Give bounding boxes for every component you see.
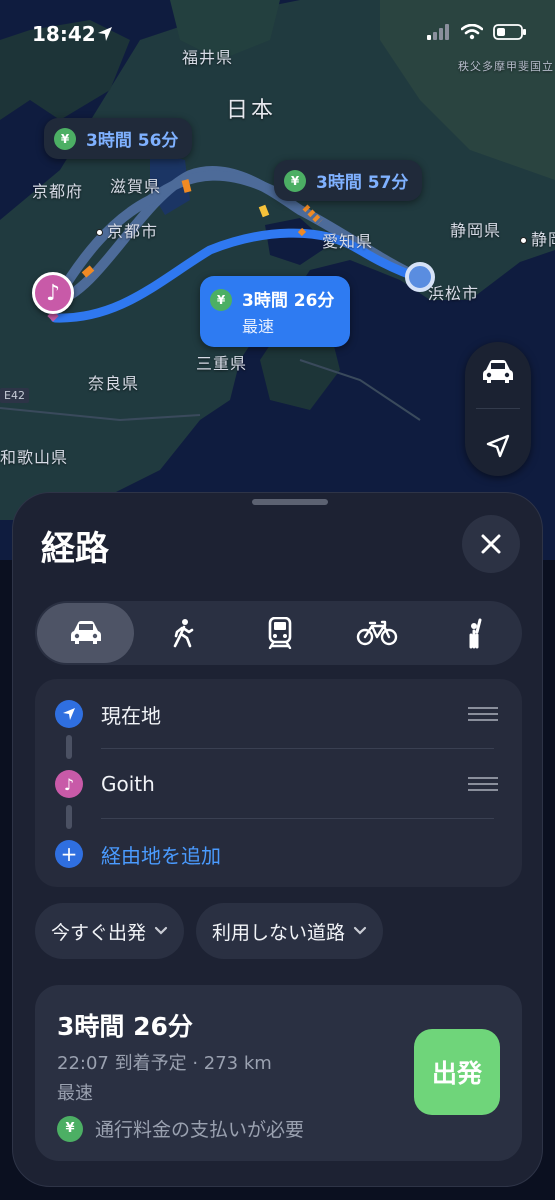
location-arrow-icon [486, 434, 510, 458]
walk-icon [173, 619, 193, 648]
mode-walk[interactable] [134, 601, 231, 665]
current-location-icon [55, 700, 83, 728]
close-button[interactable] [462, 515, 520, 573]
directions-sheet: 経路 現在地 ♪ Goith + 経由地を追加 今すぐ出発 利用しない道路 3時… [12, 492, 543, 1187]
route-stops: 現在地 ♪ Goith + 経由地を追加 [35, 679, 522, 887]
current-location-dot[interactable] [405, 262, 435, 292]
sheet-grabber[interactable] [252, 499, 328, 505]
wifi-icon [461, 24, 483, 40]
go-button[interactable]: 出発 [414, 1029, 500, 1115]
add-stop-label: 経由地を追加 [101, 843, 221, 868]
stop-origin[interactable]: 現在地 [35, 679, 522, 749]
origin-label: 現在地 [101, 703, 161, 728]
map-view[interactable]: 福井県 日本 京都府 滋賀県 京都市 愛知県 静岡県 静岡 浜松市 三重県 奈良… [0, 0, 555, 560]
map-label-shizuoka-city: 静岡 [520, 226, 555, 250]
locate-me-button[interactable] [474, 422, 522, 470]
route-time: 3時間 57分 [316, 173, 409, 193]
controls-divider [476, 408, 520, 410]
mode-rideshare[interactable] [425, 601, 522, 665]
map-label-shiga: 滋賀県 [110, 177, 162, 196]
destination-pin[interactable]: ♪ [32, 272, 74, 314]
car-icon [70, 621, 101, 644]
route-tag: 最速 [242, 317, 275, 336]
mode-drive[interactable] [37, 603, 134, 663]
car-icon [483, 360, 513, 384]
destination-label: Goith [101, 772, 155, 796]
toll-icon: ¥ [284, 169, 306, 192]
status-bar: 18:42 [0, 0, 555, 70]
map-label-kyoto-pref: 京都府 [32, 182, 84, 201]
close-icon [481, 534, 501, 554]
route-time: 3時間 56分 [86, 131, 179, 151]
route-time: 3時間 26分 [242, 291, 335, 311]
avoid-roads-button[interactable]: 利用しない道路 [196, 903, 384, 959]
map-label-japan: 日本 [226, 98, 277, 123]
route-arrival-distance: 22:07 到着予定 · 273 km [57, 1053, 272, 1074]
train-icon [268, 617, 291, 649]
chevron-down-icon [353, 926, 367, 935]
transport-mode-selector [35, 601, 522, 665]
road-shield-e42: E42 [0, 388, 29, 403]
map-label-nara: 奈良県 [88, 374, 140, 393]
depart-time-label: 今すぐ出発 [51, 921, 147, 944]
cellular-signal-icon [427, 24, 449, 40]
plus-icon: + [55, 840, 83, 868]
toll-icon: ¥ [54, 127, 76, 150]
route-tag: 最速 [57, 1083, 93, 1104]
route-duration: 3時間 26分 [57, 1012, 193, 1041]
toll-notice: ¥ 通行料金の支払いが必要 [57, 1115, 304, 1142]
stop-destination[interactable]: ♪ Goith [35, 749, 522, 819]
map-label-kyoto-city: 京都市 [96, 218, 158, 242]
route-bubble-2[interactable]: ¥ 3時間 57分 [274, 160, 423, 201]
mode-transit[interactable] [231, 601, 328, 665]
drag-handle-icon[interactable] [468, 703, 498, 725]
music-note-icon: ♪ [55, 770, 83, 798]
map-label-hamamatsu: 浜松市 [428, 284, 480, 303]
mode-cycle[interactable] [328, 601, 425, 665]
map-label-aichi: 愛知県 [322, 232, 374, 251]
drive-mode-button[interactable] [474, 348, 522, 396]
drag-handle-icon[interactable] [468, 773, 498, 795]
toll-notice-text: 通行料金の支払いが必要 [95, 1119, 305, 1141]
toll-icon: ¥ [210, 289, 232, 311]
route-filters: 今すぐ出発 利用しない道路 [35, 903, 384, 959]
status-time: 18:42 [32, 22, 96, 46]
map-label-mie: 三重県 [196, 354, 248, 373]
route-bubble-selected[interactable]: ¥ 3時間 26分 最速 [200, 276, 351, 347]
chevron-down-icon [154, 926, 168, 935]
toll-icon: ¥ [57, 1115, 83, 1142]
map-label-wakayama: 和歌山県 [0, 448, 69, 467]
route-bubble-1[interactable]: ¥ 3時間 56分 [44, 118, 193, 159]
status-icons [427, 24, 527, 40]
hail-icon [469, 618, 481, 649]
map-controls [465, 342, 531, 476]
bicycle-icon [356, 620, 397, 646]
depart-time-button[interactable]: 今すぐ出発 [35, 903, 185, 959]
location-services-icon [98, 27, 112, 41]
battery-icon [493, 24, 526, 40]
sheet-title: 経路 [41, 529, 109, 569]
map-label-shizuoka-pref: 静岡県 [450, 221, 502, 240]
add-stop-button[interactable]: + 経由地を追加 [35, 819, 522, 889]
avoid-roads-label: 利用しない道路 [212, 921, 346, 944]
route-option-card[interactable]: 3時間 26分 22:07 到着予定 · 273 km 最速 ¥ 通行料金の支払… [35, 985, 522, 1161]
